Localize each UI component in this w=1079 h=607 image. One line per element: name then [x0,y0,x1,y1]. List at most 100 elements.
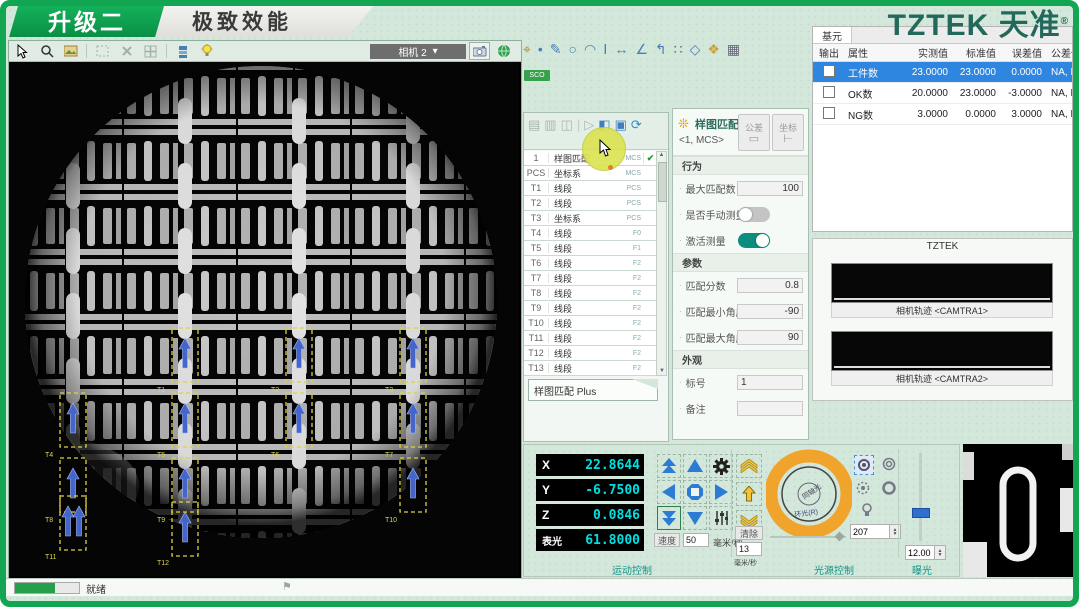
crosshair-tool-icon[interactable] [140,42,161,60]
down-button[interactable] [683,506,707,530]
max-angle-input[interactable] [737,330,803,345]
max-match-input[interactable] [737,181,803,196]
snapshot-icon[interactable] [60,42,81,60]
blob-icon[interactable]: ◇ [690,42,701,56]
svg-text:T8: T8 [45,517,53,524]
exposure-input[interactable] [905,545,935,560]
step-row[interactable]: T1线段PCS [524,181,657,196]
step-row[interactable]: T7线段F2 [524,271,657,286]
active-measure-toggle[interactable] [738,233,770,248]
step-row[interactable]: T12线段F2 [524,346,657,361]
column-view-icon[interactable] [172,42,193,60]
angle-icon[interactable]: ∠ [635,42,648,56]
left-button[interactable] [657,480,681,504]
line-icon[interactable]: ✎ [550,42,562,56]
step-row[interactable]: PCS坐标系MCS [524,166,657,181]
tab-primitives[interactable]: 基元 [813,27,852,43]
delete-tool-icon[interactable] [116,42,137,60]
fast-down-button[interactable] [657,506,681,530]
ring-light-2-icon[interactable] [880,455,898,473]
step-row[interactable]: T10线段F2 [524,316,657,331]
camera-view[interactable]: T1 T2 T3 T4 T5 T6 T7 T8 T9 T10 T11 T12 [9,62,519,581]
right-button[interactable] [709,480,733,504]
point-icon[interactable]: • [538,42,543,56]
step-row[interactable]: T3坐标系PCS [524,211,657,226]
stop-button[interactable] [683,480,707,504]
trajectory-image-2 [831,331,1053,371]
coordinate-button[interactable]: 坐标⊢ [772,114,804,151]
light-bulb-icon[interactable] [196,42,217,60]
up-button[interactable] [683,454,707,478]
arc-icon[interactable]: ◠ [584,42,596,56]
settings-gear-button[interactable] [709,454,733,478]
ring-light-4-icon[interactable] [880,479,898,497]
output-checkbox[interactable] [823,86,835,98]
match-score-input[interactable] [737,278,803,293]
exposure-handle[interactable] [912,508,930,518]
steps-scrollbar[interactable]: ▲▼ [656,151,667,376]
capture-button[interactable] [469,42,490,60]
scrollbar-thumb[interactable] [658,162,667,202]
output-checkbox[interactable] [823,107,835,119]
refresh-icon[interactable]: ⟳ [631,117,642,132]
spinner-arrows[interactable]: ▲▼ [935,545,946,560]
clear-button[interactable]: 清除 [735,526,763,540]
step-row[interactable]: T6线段F2 [524,256,657,271]
svg-text:T4: T4 [45,452,53,459]
label-number-input[interactable] [737,375,803,390]
tolerance-button[interactable]: 公差▭ [738,114,770,151]
step-row[interactable]: T2线段PCS [524,196,657,211]
template-icon[interactable]: ❖ [707,42,720,56]
corner-icon[interactable]: ↰ [655,42,667,56]
zoom-tool-icon[interactable] [36,42,57,60]
result-row[interactable]: OK数20.0000 23.0000-3.0000 NA, NA [813,83,1072,104]
tolerance-icon: ▭ [749,134,759,145]
light-ring[interactable]: 同轴光 环光(R) [766,449,852,542]
corner-fold [632,379,658,389]
cursor-tool-icon[interactable] [12,42,33,60]
calculator-icon[interactable]: ▦ [727,42,740,56]
result-row[interactable]: NG数3.0000 0.00003.0000 NA, NA [813,104,1072,125]
step-row[interactable]: T4线段F0 [524,226,657,241]
clipboard-icon[interactable]: ▥ [544,117,556,132]
save-icon[interactable]: ◫ [561,117,573,132]
step-row[interactable]: T8线段F2 [524,286,657,301]
step-row[interactable]: T5线段F1 [524,241,657,256]
remark-input[interactable] [737,401,803,416]
coordinate-axis-icon[interactable]: ⌖ [523,42,531,56]
circle-icon[interactable]: ○ [569,42,577,56]
ring-light-3-icon[interactable] [854,479,872,497]
output-checkbox[interactable] [823,65,835,77]
grid-view-icon[interactable]: ▣ [615,117,627,132]
marquee-tool-icon[interactable] [92,42,113,60]
min-angle-input[interactable] [737,304,803,319]
light-value-input[interactable] [850,524,890,539]
manual-measure-toggle[interactable] [738,207,770,222]
axis-settings-button[interactable] [709,506,733,530]
globe-icon[interactable] [493,42,514,60]
svg-text:T1: T1 [157,387,165,394]
step-up-button[interactable] [736,482,762,506]
bulb-light-icon[interactable] [858,501,876,519]
stop-icon [691,488,699,496]
light-slider[interactable] [770,536,846,538]
step-up-fast-button[interactable] [736,454,762,478]
step-row[interactable]: T13线段F2 [524,361,657,376]
result-row[interactable]: 工件数23.0000 23.00000.0000 NA, NA [813,62,1072,83]
step-row[interactable]: T11线段F2 [524,331,657,346]
width-icon[interactable]: ↔ [614,42,628,56]
step-input[interactable] [736,542,762,556]
camera-select[interactable]: 相机 2▾ [370,44,466,59]
dro-z: Z0.0846 [536,504,644,526]
step-row[interactable]: T9线段F2 [524,301,657,316]
spinner-arrows[interactable]: ▲▼ [890,524,901,539]
exposure-slider[interactable] [919,453,922,541]
import-icon[interactable]: ▤ [528,117,540,132]
distance-icon[interactable]: Ⅰ [603,42,607,56]
scatter-icon[interactable]: ∷ [674,42,683,56]
flag-icon[interactable]: ⚑ [282,580,292,593]
ring-light-1-icon[interactable] [854,455,874,475]
speed-input[interactable] [683,533,709,547]
status-text: 就绪 [86,581,106,596]
fast-up-button[interactable] [657,454,681,478]
